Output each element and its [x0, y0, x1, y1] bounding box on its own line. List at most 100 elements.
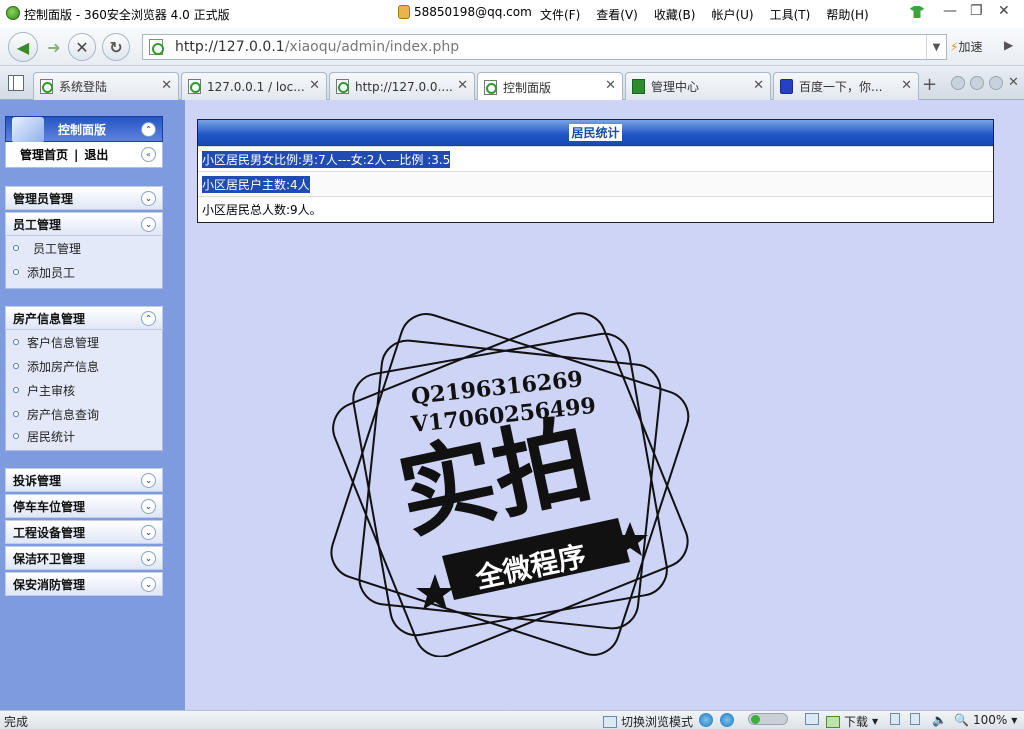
switch-mode-button[interactable]: 切换浏览模式 — [603, 713, 693, 729]
screenshot-icon[interactable] — [805, 713, 819, 725]
title-bar: 控制面版 - 360安全浏览器 4.0 正式版 58850198@qq.com … — [0, 0, 1024, 28]
menu-help[interactable]: 帮助(H) — [826, 6, 868, 23]
tab-control-panel[interactable]: 控制面版 ✕ — [477, 72, 623, 101]
tab-admin-center[interactable]: 管理中心 ✕ — [625, 72, 771, 100]
collapse-up-icon[interactable]: ⌃ — [141, 122, 156, 137]
lock-icon — [398, 5, 410, 19]
expand-icon[interactable]: ⌄ — [141, 499, 156, 514]
group-security: 保安消防管理 ⌄ — [5, 572, 163, 596]
360-favicon-icon — [632, 79, 645, 94]
close-window-icon[interactable]: ✕ — [998, 3, 1010, 19]
maximize-icon[interactable]: ❐ — [970, 3, 983, 19]
page-favicon-icon — [484, 79, 497, 95]
close-tab-icon[interactable]: ✕ — [1008, 75, 1019, 90]
group-staff: 员工管理 ⌄ 员工管理 添加员工 — [5, 212, 163, 289]
expand-icon[interactable]: ⌄ — [141, 473, 156, 488]
household-count-row: 小区居民户主数:4人 — [198, 171, 993, 196]
menu-account[interactable]: 帐户(U) — [711, 6, 753, 23]
menu-item-owner-review[interactable]: 户主审核 — [6, 378, 162, 402]
panel-computer-icon — [12, 117, 44, 143]
tab-close-icon[interactable]: ✕ — [605, 78, 616, 93]
group-header[interactable]: 投诉管理 ⌄ — [5, 468, 163, 492]
address-dropdown-icon[interactable]: ▼ — [926, 35, 946, 59]
mode-toggle[interactable] — [748, 713, 788, 725]
group-header[interactable]: 停车车位管理 ⌄ — [5, 494, 163, 518]
tab-scroll-right-icon[interactable] — [970, 76, 984, 90]
home-link[interactable]: 管理首页 — [20, 146, 68, 163]
control-panel-box: 控制面版 ⌃ 管理首页 | 退出 « — [5, 116, 163, 168]
back-arrow-icon[interactable]: ◀ — [8, 32, 38, 62]
menu-favorites[interactable]: 收藏(B) — [654, 6, 696, 23]
tab-close-icon[interactable]: ✕ — [901, 78, 912, 93]
tab-close-icon[interactable]: ✕ — [457, 78, 468, 93]
menu-item-property-query[interactable]: 房产信息查询 — [6, 402, 162, 426]
gender-ratio-row: 小区居民男女比例:男:7人---女:2人---比例 :3.5 — [198, 146, 993, 171]
tab-baidu[interactable]: 百度一下，你... ✕ — [773, 72, 919, 100]
page-content: 控制面版 ⌃ 管理首页 | 退出 « 管理员管理 ⌄ 员工管理 ⌄ 员工管理 添… — [0, 100, 1024, 710]
resident-stats-panel: 居民统计 小区居民男女比例:男:7人---女:2人---比例 :3.5 小区居民… — [197, 119, 994, 223]
bookmark-icon[interactable] — [910, 713, 920, 725]
tab-close-icon[interactable]: ✕ — [161, 78, 172, 93]
page-favicon-icon — [40, 79, 53, 94]
panel-links: 管理首页 | 退出 « — [5, 142, 163, 168]
address-bar[interactable]: http://127.0.0.1/xiaoqu/admin/index.php … — [142, 34, 947, 60]
speed-up-button[interactable]: ⚡加速 — [950, 38, 982, 55]
group-header[interactable]: 保洁环卫管理 ⌄ — [5, 546, 163, 570]
group-header[interactable]: 保安消防管理 ⌄ — [5, 572, 163, 596]
group-equipment: 工程设备管理 ⌄ — [5, 520, 163, 544]
download-button[interactable]: 下载 ▼ — [826, 713, 878, 729]
tab-http[interactable]: http://127.0.0.... ✕ — [329, 72, 475, 100]
expand-icon[interactable]: ⌄ — [141, 191, 156, 206]
menu-item-staff-manage[interactable]: 员工管理 — [6, 236, 162, 260]
bullet-icon — [13, 433, 19, 439]
expand-icon[interactable]: ⌄ — [141, 551, 156, 566]
tab-localhost[interactable]: 127.0.0.1 / loc... ✕ — [181, 72, 327, 100]
globe-icon[interactable] — [720, 713, 734, 727]
user-account[interactable]: 58850198@qq.com — [398, 5, 532, 19]
forward-arrow-icon[interactable]: ➜ — [40, 33, 68, 61]
ie-icon[interactable] — [699, 713, 713, 727]
bullet-icon — [13, 363, 19, 369]
status-text: 完成 — [4, 715, 29, 729]
logout-link[interactable]: 退出 — [84, 146, 108, 163]
menu-item-customer-info[interactable]: 客户信息管理 — [6, 330, 162, 354]
tab-bar: 系统登陆 ✕ 127.0.0.1 / loc... ✕ http://127.0… — [0, 66, 1024, 101]
new-tab-icon[interactable]: + — [922, 74, 937, 95]
group-header[interactable]: 管理员管理 ⌄ — [5, 186, 163, 210]
bullet-icon — [13, 411, 19, 417]
tools-icon[interactable] — [890, 713, 900, 725]
menu-view[interactable]: 查看(V) — [596, 6, 638, 23]
sidebar-toggle-icon[interactable] — [8, 75, 24, 91]
user-email[interactable]: 58850198@qq.com — [414, 5, 532, 19]
group-header[interactable]: 员工管理 ⌄ — [5, 212, 163, 236]
skin-shirt-icon[interactable] — [910, 6, 924, 18]
tab-system-login[interactable]: 系统登陆 ✕ — [33, 72, 179, 100]
collapse-up-icon[interactable]: ⌃ — [141, 311, 156, 326]
speaker-icon[interactable]: 🔈 — [932, 713, 947, 727]
expand-icon[interactable]: ⌄ — [141, 525, 156, 540]
menu-item-add-property[interactable]: 添加房产信息 — [6, 354, 162, 378]
collapse-left-icon[interactable]: « — [141, 147, 156, 162]
menu-file[interactable]: 文件(F) — [540, 6, 580, 23]
tab-scroll-left-icon[interactable] — [951, 76, 965, 90]
tab-list-icon[interactable] — [989, 76, 1003, 90]
play-arrow-icon[interactable]: ▶ — [1004, 38, 1013, 52]
zoom-control[interactable]: 🔍 100% ▼ — [954, 713, 1017, 727]
menu-bar: 文件(F) 查看(V) 收藏(B) 帐户(U) 工具(T) 帮助(H) — [540, 6, 869, 23]
group-header[interactable]: 房产信息管理 ⌃ — [5, 306, 163, 330]
refresh-icon[interactable]: ↻ — [102, 33, 130, 61]
group-parking: 停车车位管理 ⌄ — [5, 494, 163, 518]
tab-close-icon[interactable]: ✕ — [753, 78, 764, 93]
menu-item-resident-stats[interactable]: 居民统计 — [6, 426, 162, 446]
expand-icon[interactable]: ⌄ — [141, 577, 156, 592]
menu-tools[interactable]: 工具(T) — [770, 6, 811, 23]
menu-item-add-staff[interactable]: 添加员工 — [6, 260, 162, 284]
minimize-icon[interactable]: — — [943, 3, 957, 19]
bullet-icon — [13, 245, 19, 251]
stop-icon[interactable]: ✕ — [68, 33, 96, 61]
url-text[interactable]: http://127.0.0.1/xiaoqu/admin/index.php — [175, 39, 459, 55]
group-admin: 管理员管理 ⌄ — [5, 186, 163, 210]
tab-close-icon[interactable]: ✕ — [309, 78, 320, 93]
expand-icon[interactable]: ⌄ — [141, 217, 156, 232]
group-header[interactable]: 工程设备管理 ⌄ — [5, 520, 163, 544]
